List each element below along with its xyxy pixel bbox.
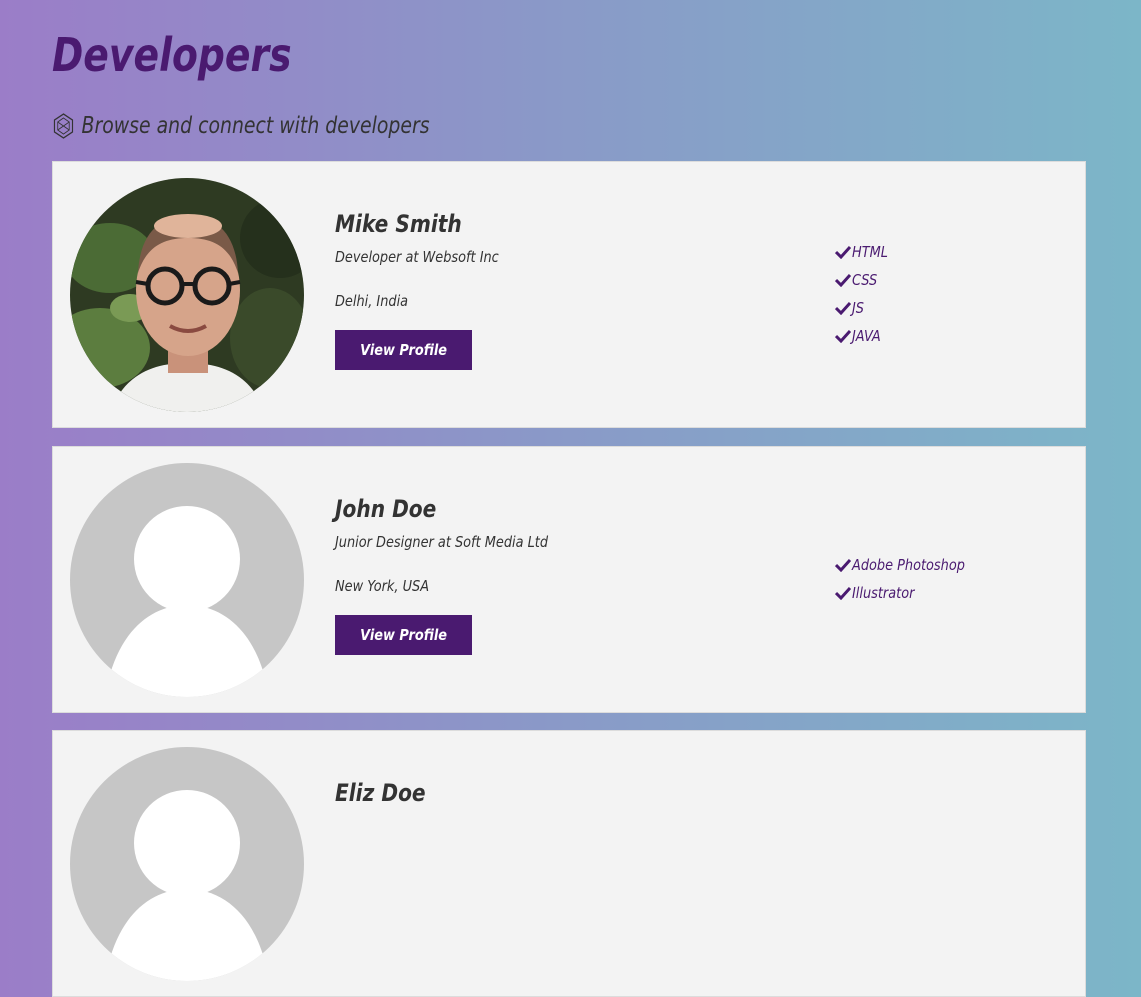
skill-item: Illustrator [835,579,983,607]
profile-card: John Doe Junior Designer at Soft Media L… [52,446,1086,713]
skill-item: JAVA [835,322,894,350]
check-icon [835,586,851,600]
skill-label: Adobe Photoshop [852,556,965,574]
view-profile-label: View Profile [360,341,448,359]
profile-card: Eliz Doe [52,730,1086,997]
profile-location: Delhi, India [335,292,409,310]
profile-photo [70,178,304,412]
profile-name: Mike Smith [335,210,462,238]
check-icon [835,273,851,287]
skill-list: Adobe Photoshop Illustrator [835,551,983,607]
view-profile-label: View Profile [360,626,448,644]
check-icon [835,558,851,572]
profile-card: Mike Smith Developer at Websoft Inc Delh… [52,161,1086,428]
profile-name: Eliz Doe [335,779,426,807]
skill-label: JS [852,299,864,317]
skill-label: HTML [852,243,888,261]
profile-location: New York, USA [335,577,430,595]
check-icon [835,245,851,259]
placeholder-avatar-icon [70,747,304,981]
skill-item: Adobe Photoshop [835,551,983,579]
skill-label: CSS [852,271,878,289]
skill-label: JAVA [852,327,881,345]
skill-item: JS [835,294,894,322]
skill-label: Illustrator [852,584,915,602]
placeholder-avatar-icon [70,463,304,697]
view-profile-button[interactable]: View Profile [335,615,473,655]
skill-item: HTML [835,238,894,266]
view-profile-button[interactable]: View Profile [335,330,473,370]
page-lead: Browse and connect with developers [52,112,430,140]
skill-item: CSS [835,266,894,294]
skill-list: HTML CSS JS JAVA [835,238,894,350]
check-icon [835,301,851,315]
profile-job: Developer at Websoft Inc [335,248,499,266]
profile-name: John Doe [335,495,437,523]
page-title: Developers [52,28,292,82]
hexagon-network-icon [53,113,74,139]
lead-text: Browse and connect with developers [81,113,430,139]
check-icon [835,329,851,343]
profile-job: Junior Designer at Soft Media Ltd [335,533,549,551]
